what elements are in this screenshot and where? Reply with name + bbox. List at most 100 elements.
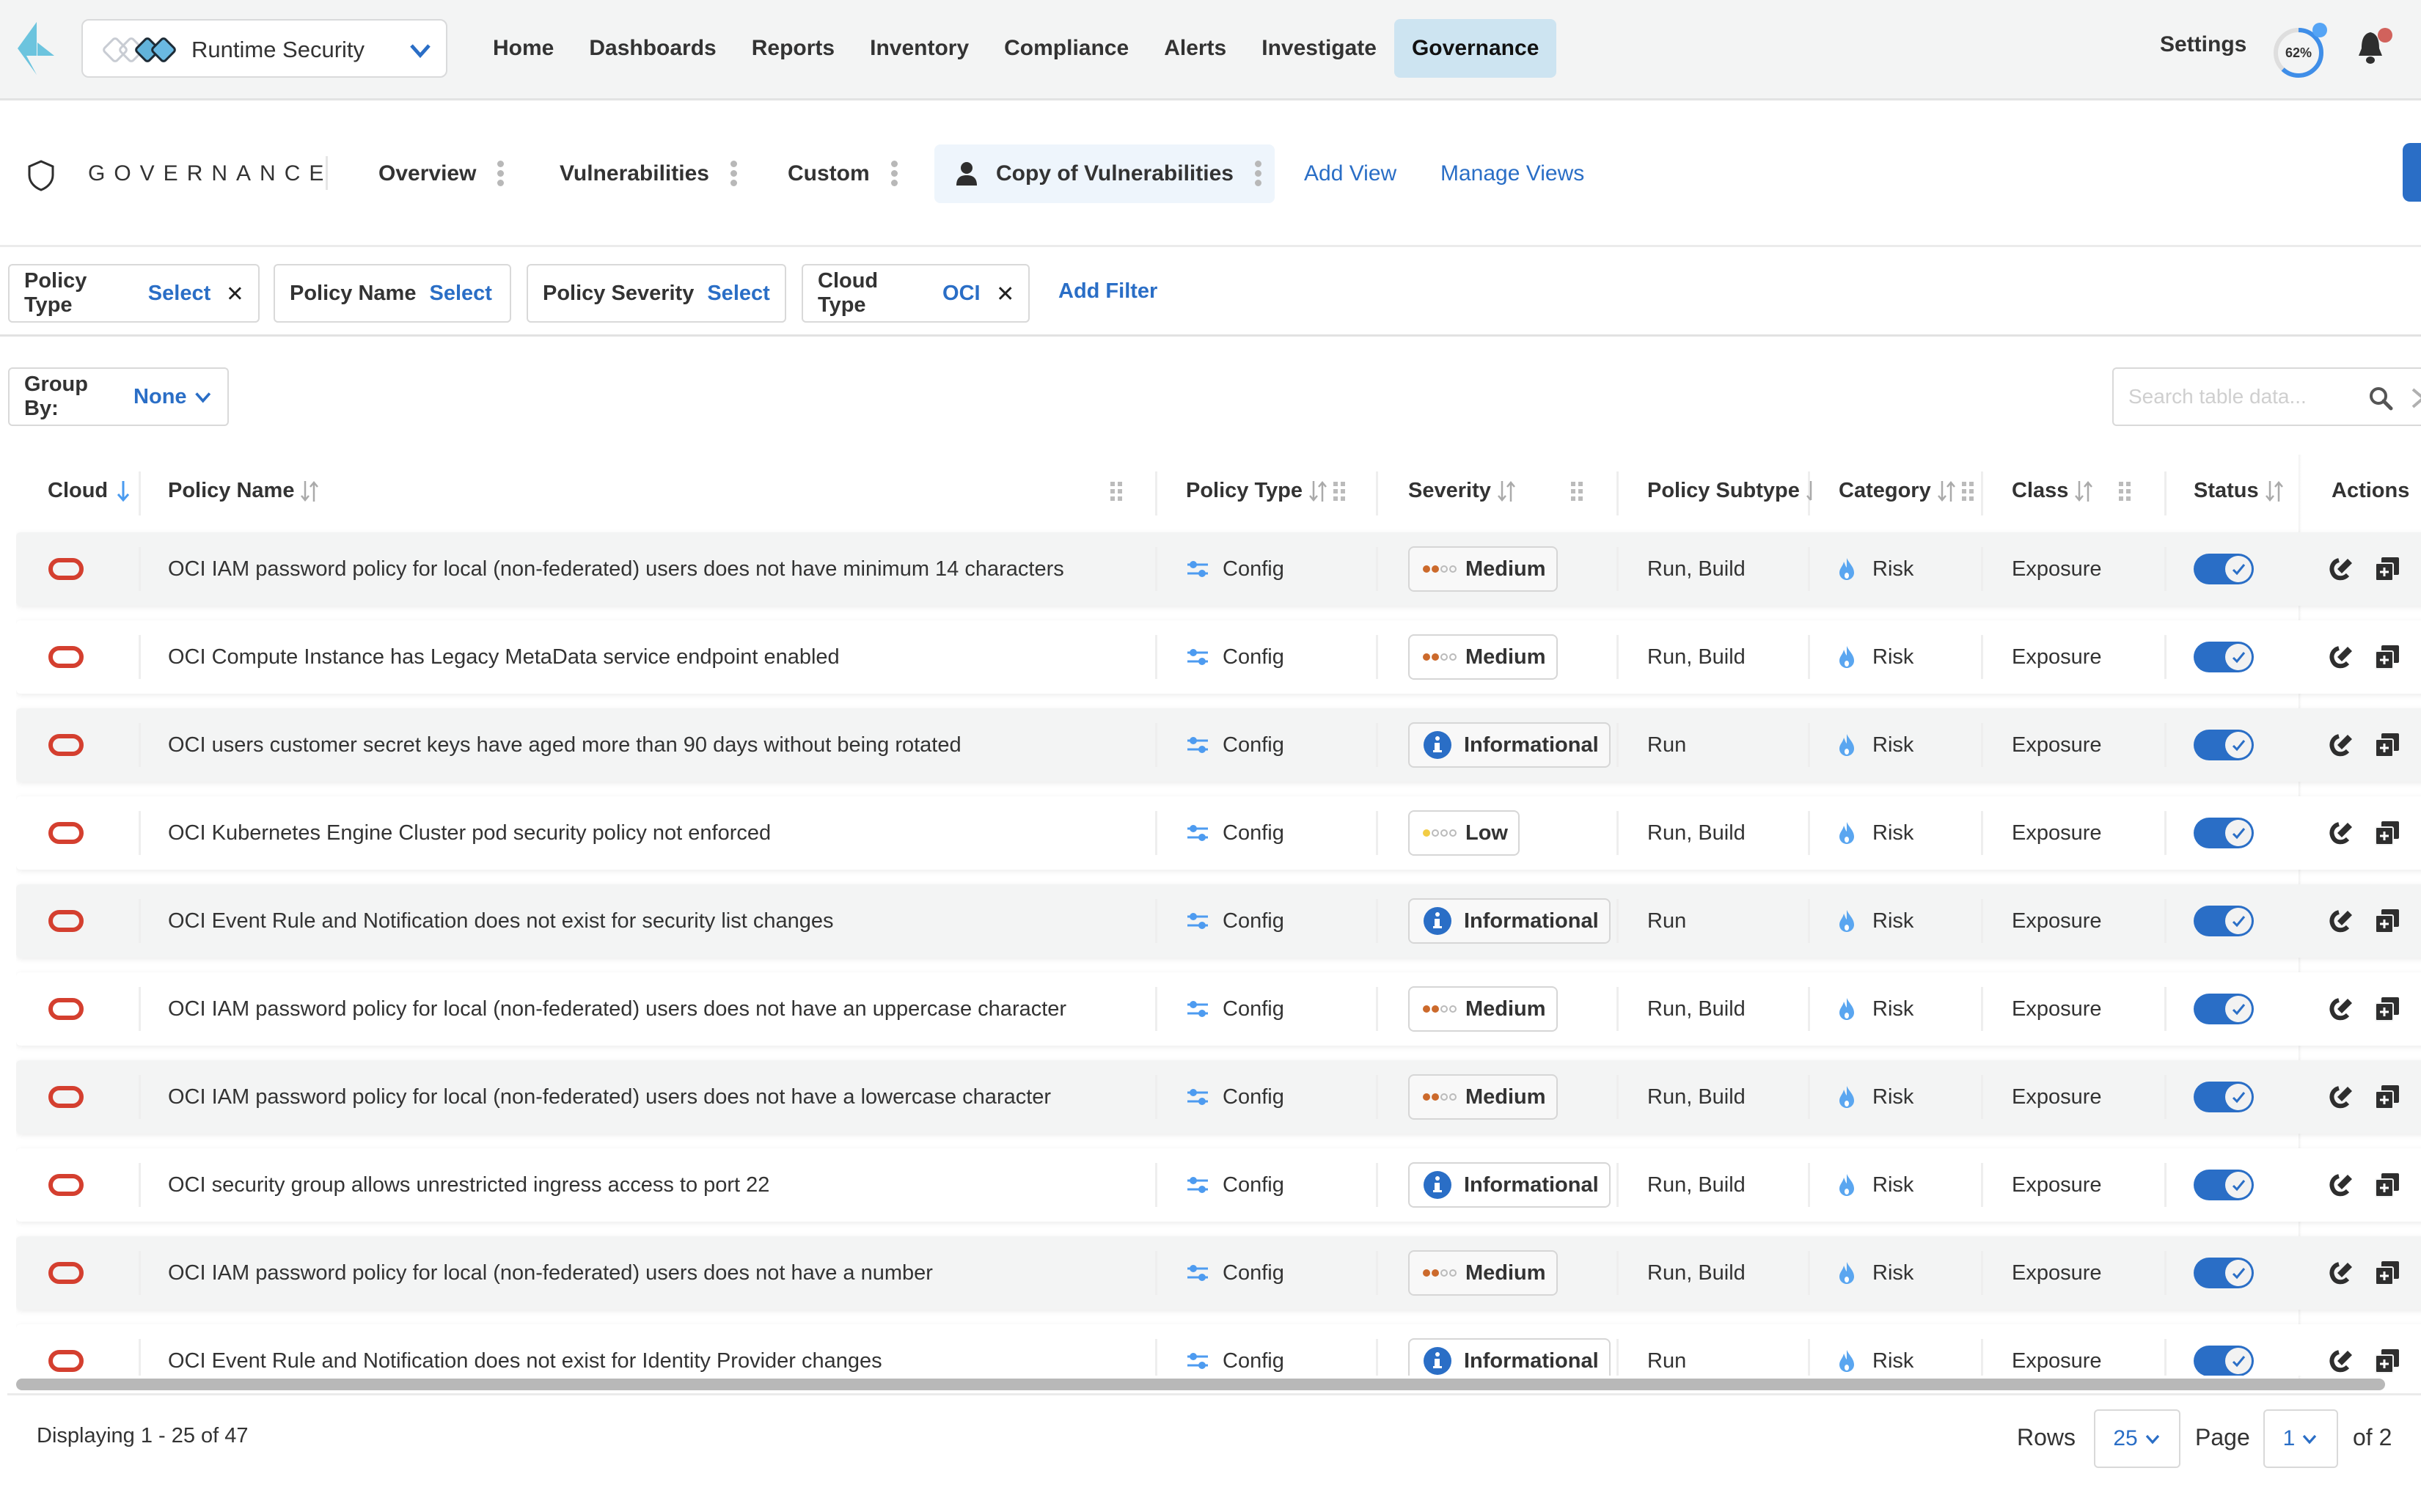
column-divider[interactable] <box>1981 471 1983 515</box>
nav-dashboards[interactable]: Dashboards <box>571 19 733 78</box>
clone-icon[interactable] <box>2374 1084 2400 1110</box>
filter-chip-policy-type[interactable]: Policy Type Select <box>8 264 260 323</box>
clone-icon[interactable] <box>2374 908 2400 934</box>
column-divider[interactable] <box>1616 471 1619 515</box>
column-drag-handle-icon[interactable] <box>1332 480 1347 502</box>
search-icon[interactable] <box>2367 385 2394 411</box>
collapse-chevron-icon[interactable] <box>2407 385 2421 411</box>
column-divider[interactable] <box>2164 471 2167 515</box>
status-toggle[interactable] <box>2194 730 2254 760</box>
group-by-dropdown[interactable]: Group By: None <box>8 367 229 426</box>
policy-name[interactable]: OCI Event Rule and Notification does not… <box>168 884 834 958</box>
edit-icon[interactable] <box>2329 1348 2355 1374</box>
clone-icon[interactable] <box>2374 996 2400 1022</box>
sort-icon[interactable] <box>300 480 319 503</box>
column-header-cloud[interactable]: Cloud <box>48 457 133 525</box>
column-header-type[interactable]: Policy Type <box>1186 457 1347 525</box>
table-row[interactable]: OCI security group allows unrestricted i… <box>16 1148 2421 1222</box>
rows-per-page-select[interactable]: 25 <box>2094 1409 2180 1468</box>
policy-name[interactable]: OCI Compute Instance has Legacy MetaData… <box>168 620 840 694</box>
policy-name[interactable]: OCI users customer secret keys have aged… <box>168 708 962 782</box>
nav-reports[interactable]: Reports <box>734 19 852 78</box>
table-row[interactable]: OCI IAM password policy for local (non-f… <box>16 1236 2421 1310</box>
clone-icon[interactable] <box>2374 820 2400 846</box>
onboarding-progress[interactable]: 62% <box>2269 21 2328 79</box>
table-row[interactable]: OCI Event Rule and Notification does not… <box>16 1324 2421 1376</box>
edit-icon[interactable] <box>2329 1172 2355 1198</box>
edit-icon[interactable] <box>2329 908 2355 934</box>
policy-name[interactable]: OCI security group allows unrestricted i… <box>168 1148 769 1222</box>
policy-name[interactable]: OCI IAM password policy for local (non-f… <box>168 532 1064 606</box>
more-options-icon[interactable] <box>890 161 898 187</box>
close-icon[interactable] <box>997 285 1014 302</box>
clone-icon[interactable] <box>2374 732 2400 758</box>
column-drag-handle-icon[interactable] <box>1109 480 1124 502</box>
sort-descending-icon[interactable] <box>114 480 133 503</box>
clone-icon[interactable] <box>2374 1348 2400 1374</box>
column-drag-handle-icon[interactable] <box>1960 480 1975 502</box>
filter-chip-cloud-type[interactable]: Cloud Type OCI <box>802 264 1030 323</box>
edit-icon[interactable] <box>2329 820 2355 846</box>
app-logo-icon[interactable] <box>15 21 59 76</box>
view-tab-vulnerabilities[interactable]: Vulnerabilities <box>560 144 737 203</box>
search-input[interactable] <box>2128 382 2348 411</box>
view-tab-custom[interactable]: Custom <box>788 144 898 203</box>
add-filter-link[interactable]: Add Filter <box>1058 279 1157 304</box>
sort-icon[interactable] <box>1497 480 1516 503</box>
edit-icon[interactable] <box>2329 644 2355 670</box>
policy-name[interactable]: OCI IAM password policy for local (non-f… <box>168 1236 933 1310</box>
primary-action-button[interactable] <box>2403 143 2421 202</box>
policy-name[interactable]: OCI IAM password policy for local (non-f… <box>168 1060 1051 1134</box>
status-toggle[interactable] <box>2194 642 2254 672</box>
status-toggle[interactable] <box>2194 906 2254 936</box>
close-icon[interactable] <box>227 285 243 302</box>
clone-icon[interactable] <box>2374 644 2400 670</box>
more-options-icon[interactable] <box>1254 161 1261 187</box>
status-toggle[interactable] <box>2194 1258 2254 1288</box>
clone-icon[interactable] <box>2374 1260 2400 1286</box>
column-header-class[interactable]: Class <box>2012 457 2131 525</box>
table-row[interactable]: OCI Event Rule and Notification does not… <box>16 884 2421 958</box>
column-header-subtype[interactable]: Policy Subtype <box>1647 457 1816 525</box>
table-row[interactable]: OCI IAM password policy for local (non-f… <box>16 972 2421 1046</box>
column-header-category[interactable]: Category <box>1839 457 1975 525</box>
filter-chip-policy-name[interactable]: Policy Name Select <box>274 264 511 323</box>
sort-icon[interactable] <box>1806 480 1816 503</box>
column-header-name[interactable]: Policy Name <box>168 457 1122 525</box>
column-drag-handle-icon[interactable] <box>1570 480 1584 502</box>
status-toggle[interactable] <box>2194 1082 2254 1112</box>
table-row[interactable]: OCI Kubernetes Engine Cluster pod securi… <box>16 796 2421 870</box>
column-divider[interactable] <box>1376 471 1378 515</box>
table-row[interactable]: OCI IAM password policy for local (non-f… <box>16 532 2421 606</box>
add-view-link[interactable]: Add View <box>1304 161 1396 186</box>
sort-icon[interactable] <box>2074 480 2093 503</box>
status-toggle[interactable] <box>2194 994 2254 1024</box>
nav-governance[interactable]: Governance <box>1393 19 1557 78</box>
nav-alerts[interactable]: Alerts <box>1146 19 1244 78</box>
table-row[interactable]: OCI IAM password policy for local (non-f… <box>16 1060 2421 1134</box>
edit-icon[interactable] <box>2329 1084 2355 1110</box>
nav-compliance[interactable]: Compliance <box>986 19 1146 78</box>
edit-icon[interactable] <box>2329 1260 2355 1286</box>
page-select[interactable]: 1 <box>2263 1409 2338 1468</box>
nav-home[interactable]: Home <box>475 19 571 78</box>
settings-link[interactable]: Settings <box>2160 32 2246 57</box>
status-toggle[interactable] <box>2194 1346 2254 1376</box>
column-header-actions[interactable]: Actions <box>2332 457 2409 525</box>
column-header-severity[interactable]: Severity <box>1408 457 1583 525</box>
clone-icon[interactable] <box>2374 1172 2400 1198</box>
more-options-icon[interactable] <box>497 161 505 187</box>
policy-name[interactable]: OCI Kubernetes Engine Cluster pod securi… <box>168 796 771 870</box>
policy-name[interactable]: OCI Event Rule and Notification does not… <box>168 1324 882 1376</box>
manage-views-link[interactable]: Manage Views <box>1440 161 1584 186</box>
column-header-status[interactable]: Status <box>2194 457 2284 525</box>
nav-inventory[interactable]: Inventory <box>852 19 986 78</box>
table-row[interactable]: OCI Compute Instance has Legacy MetaData… <box>16 620 2421 694</box>
status-toggle[interactable] <box>2194 554 2254 584</box>
edit-icon[interactable] <box>2329 732 2355 758</box>
clone-icon[interactable] <box>2374 556 2400 582</box>
filter-chip-policy-severity[interactable]: Policy Severity Select <box>527 264 786 323</box>
sort-icon[interactable] <box>1308 480 1327 503</box>
edit-icon[interactable] <box>2329 556 2355 582</box>
column-divider[interactable] <box>1155 471 1157 515</box>
